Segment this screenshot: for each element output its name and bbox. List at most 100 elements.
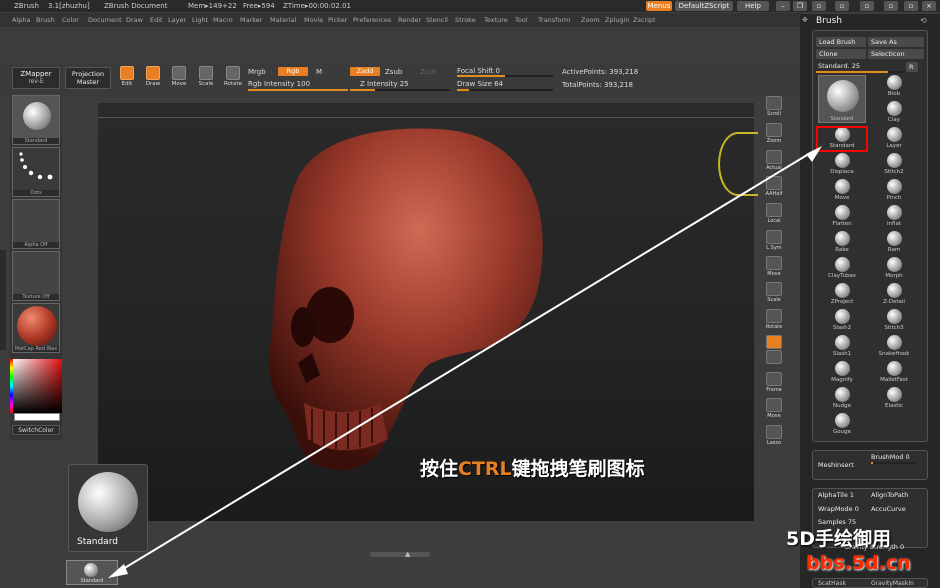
panel-close-icon[interactable]: ⟲ bbox=[920, 16, 927, 25]
mrgb-button[interactable]: Mrgb bbox=[248, 68, 266, 76]
r-button[interactable]: R bbox=[906, 62, 918, 72]
current-brush-thumb[interactable]: Standard bbox=[818, 75, 866, 123]
brush-rake[interactable]: Rake bbox=[820, 231, 864, 257]
layout-a-icon[interactable]: ▫ bbox=[812, 1, 826, 11]
zadd-button[interactable]: Zadd bbox=[350, 67, 380, 76]
brushmod-slider[interactable] bbox=[871, 462, 917, 464]
menu-movie[interactable]: Movie bbox=[304, 13, 323, 27]
menu-document[interactable]: Document bbox=[88, 13, 122, 27]
menu-stencil[interactable]: Stencil bbox=[426, 13, 448, 27]
clone-button[interactable]: Clone bbox=[816, 49, 866, 59]
menu-picker[interactable]: Picker bbox=[328, 13, 347, 27]
hue-strip[interactable] bbox=[10, 359, 13, 413]
brush-malletfast[interactable]: MalletFast bbox=[872, 361, 916, 387]
right-tool-frame[interactable]: Frame bbox=[762, 372, 786, 396]
brush-slash1[interactable]: Slash1 bbox=[820, 335, 864, 361]
brush-elastic[interactable]: Elastic bbox=[872, 387, 916, 413]
accu-curve-button[interactable]: AccuCurve bbox=[871, 505, 906, 513]
menu-layer[interactable]: Layer bbox=[168, 13, 186, 27]
brush-popup[interactable]: Standard bbox=[68, 464, 148, 552]
tool-scale-button[interactable]: Scale bbox=[195, 66, 217, 90]
brush-stitch2[interactable]: Stitch2 bbox=[872, 153, 916, 179]
brush-size-slider[interactable] bbox=[816, 71, 906, 73]
brush-slash2[interactable]: Slash2 bbox=[820, 309, 864, 335]
tool-move-button[interactable]: Move bbox=[168, 66, 190, 90]
right-tool-move[interactable]: Move bbox=[762, 256, 786, 280]
bottom-right-label[interactable]: GravityMaskIn bbox=[871, 580, 914, 587]
right-tool-lasso[interactable]: Lasso bbox=[762, 425, 786, 449]
layout-e-icon[interactable]: ▫ bbox=[904, 1, 918, 11]
menu-draw[interactable]: Draw bbox=[126, 13, 143, 27]
tray-move-icon[interactable]: ✥ bbox=[802, 16, 808, 24]
layout-c-icon[interactable]: ▫ bbox=[860, 1, 874, 11]
projection-master-button[interactable]: Projection Master bbox=[65, 67, 111, 89]
left-tray-handle[interactable] bbox=[0, 250, 6, 350]
rgb-button[interactable]: Rgb bbox=[278, 67, 308, 76]
right-tool-local[interactable]: Local bbox=[762, 203, 786, 227]
menu-transform[interactable]: Transform bbox=[538, 13, 570, 27]
alpha-swatch[interactable]: Alpha Off bbox=[12, 199, 60, 249]
layout-b-icon[interactable]: ▫ bbox=[835, 1, 849, 11]
brush-layer[interactable]: Layer bbox=[872, 127, 916, 153]
brush-pinch[interactable]: Pinch bbox=[872, 179, 916, 205]
brush-zproject[interactable]: ZProject bbox=[820, 283, 864, 309]
menu-texture[interactable]: Texture bbox=[484, 13, 508, 27]
brush-z-detail[interactable]: Z-Detail bbox=[872, 283, 916, 309]
brush-flatten[interactable]: Flatten bbox=[820, 205, 864, 231]
switch-color-button[interactable]: SwitchColor bbox=[12, 425, 60, 435]
material-swatch[interactable]: MatCap Red Wax bbox=[12, 303, 60, 353]
draw-size-slider[interactable] bbox=[457, 89, 553, 91]
bottom-left-label[interactable]: ScatHask bbox=[818, 580, 846, 587]
load-brush-button[interactable]: Load Brush bbox=[816, 37, 866, 47]
menu-edit[interactable]: Edit bbox=[150, 13, 163, 27]
tool-edit-button[interactable]: Edit bbox=[116, 66, 138, 90]
right-tool-scroll[interactable]: Scroll bbox=[762, 96, 786, 120]
brush-displace[interactable]: Displace bbox=[820, 153, 864, 179]
menu-stroke[interactable]: Stroke bbox=[455, 13, 476, 27]
layout-d-icon[interactable]: ▫ bbox=[884, 1, 898, 11]
brush-move[interactable]: Move bbox=[820, 179, 864, 205]
menu-zoom[interactable]: Zoom bbox=[581, 13, 600, 27]
right-tool-blank[interactable] bbox=[762, 350, 786, 374]
restore-icon[interactable]: ❐ bbox=[793, 1, 807, 11]
default-zscript-button[interactable]: DefaultZScript bbox=[675, 1, 733, 11]
menu-render[interactable]: Render bbox=[398, 13, 421, 27]
tool-draw-button[interactable]: Draw bbox=[142, 66, 164, 90]
menu-macro[interactable]: Macro bbox=[213, 13, 233, 27]
right-tool-aahalf[interactable]: AAHalf bbox=[762, 176, 786, 200]
focal-shift-slider[interactable] bbox=[457, 75, 553, 77]
right-tool-zoom[interactable]: Zoom bbox=[762, 123, 786, 147]
brush-claytubes[interactable]: ClayTubes bbox=[820, 257, 864, 283]
brush-blob[interactable]: Blob bbox=[872, 75, 916, 101]
main-color[interactable] bbox=[14, 413, 60, 421]
menu-tool[interactable]: Tool bbox=[515, 13, 528, 27]
brush-ram[interactable]: Ram bbox=[872, 231, 916, 257]
rgb-intensity-slider[interactable] bbox=[248, 89, 348, 91]
minimize-icon[interactable]: – bbox=[776, 1, 790, 11]
menu-color[interactable]: Color bbox=[62, 13, 79, 27]
zmapper-button[interactable]: ZMapper rev-E bbox=[12, 67, 60, 89]
right-tool-move[interactable]: Move bbox=[762, 398, 786, 422]
menu-preferences[interactable]: Preferences bbox=[353, 13, 391, 27]
menu-light[interactable]: Light bbox=[192, 13, 208, 27]
z-intensity-slider[interactable] bbox=[350, 89, 450, 91]
brush-nudge[interactable]: Nudge bbox=[820, 387, 864, 413]
menu-brush[interactable]: Brush bbox=[36, 13, 55, 27]
zcut-button[interactable]: Zcut bbox=[420, 68, 436, 76]
brush-gouge[interactable]: Gouge bbox=[820, 413, 864, 439]
menu-marker[interactable]: Marker bbox=[240, 13, 262, 27]
brush-inflat[interactable]: Inflat bbox=[872, 205, 916, 231]
right-tool-rotate[interactable]: Rotate bbox=[762, 309, 786, 333]
menu-alpha[interactable]: Alpha bbox=[12, 13, 30, 27]
menus-button[interactable]: Menus bbox=[646, 1, 672, 11]
tray-brush-slot[interactable]: Standard bbox=[66, 560, 118, 585]
tool-rotate-button[interactable]: Rotate bbox=[222, 66, 244, 90]
wrap-mode-label[interactable]: WrapMode 0 bbox=[818, 505, 859, 513]
help-button[interactable]: Help bbox=[737, 1, 769, 11]
right-tool-lsym[interactable]: L.Sym bbox=[762, 230, 786, 254]
alpha-tile-label[interactable]: AlphaTile 1 bbox=[818, 491, 854, 499]
select-icon-button[interactable]: SelectIcon bbox=[868, 49, 924, 59]
save-as-button[interactable]: Save As bbox=[868, 37, 924, 47]
mesh-insert-button[interactable]: MeshInsert bbox=[818, 461, 854, 469]
tray-arrow-icon[interactable]: ▲ bbox=[405, 550, 410, 558]
